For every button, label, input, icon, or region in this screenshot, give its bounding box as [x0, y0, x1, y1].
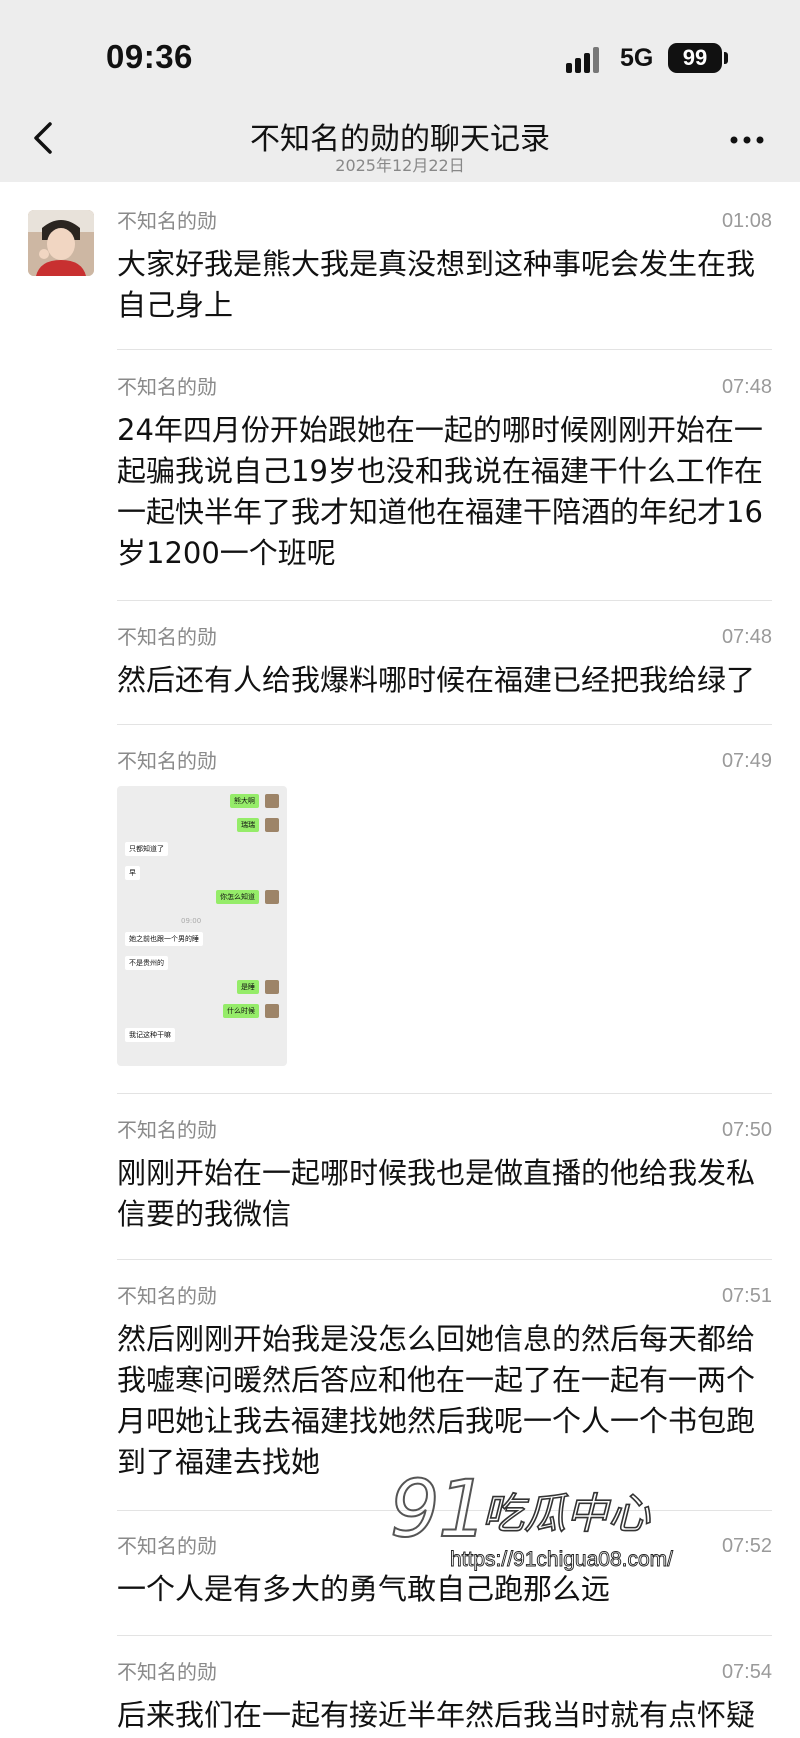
screenshot-avatar: [265, 890, 279, 904]
message-time: 07:51: [721, 1285, 772, 1307]
watermark-url: https://91chigua08.com/: [450, 1548, 673, 1571]
signal-icon: [566, 47, 608, 73]
screenshot-bubble: 熊大啊: [230, 794, 259, 808]
message-text: 刚刚开始在一起哪时候我也是做直播的他给我发私信要的我微信: [117, 1156, 756, 1231]
message-sender: 不知名的勋: [117, 1660, 217, 1684]
screenshot-bubble: 是睡: [237, 980, 259, 994]
message-sender: 不知名的勋: [117, 749, 217, 773]
screenshot-bubble: 09:00: [181, 917, 202, 925]
message-text: 后来我们在一起有接近半年然后我当时就有点怀疑: [117, 1698, 756, 1732]
message-sender: 不知名的勋: [117, 625, 217, 649]
divider: [117, 724, 772, 725]
top-bar: 09:36 5G 99 不知名的勋的聊天记录 2025年12月22日: [0, 0, 800, 182]
message-time: 01:08: [721, 210, 772, 232]
divider: [117, 349, 772, 350]
screenshot-avatar: [265, 818, 279, 832]
watermark-brand: 吃瓜中心: [482, 1489, 651, 1538]
avatar[interactable]: [28, 210, 94, 276]
screenshot-avatar: [265, 980, 279, 994]
screenshot-bubble: 瑞瑞: [237, 818, 259, 832]
screenshot-avatar: [265, 794, 279, 808]
message-text: 然后刚刚开始我是没怎么回她信息的然后每天都给我嘘寒问暖然后答应和他在一起了在一起…: [117, 1322, 756, 1479]
message: 不知名的勋 07:50 刚刚开始在一起哪时候我也是做直播的他给我发私信要的我微信: [117, 1115, 772, 1235]
status-bar: 09:36 5G 99: [0, 0, 800, 110]
divider: [117, 1259, 772, 1260]
message: 不知名的勋 07:48 然后还有人给我爆料哪时候在福建已经把我给绿了: [117, 622, 772, 701]
screenshot-bubble: 早: [125, 866, 140, 880]
battery-tip: [724, 52, 728, 64]
nav-bar: 不知名的勋的聊天记录 2025年12月22日: [0, 104, 800, 182]
message-text: 24年四月份开始跟她在一起的哪时候刚刚开始在一起骗我说自己19岁也没和我说在福建…: [117, 413, 763, 570]
watermark-logo: 9 1 吃瓜中心 https://91chigua08.com/: [389, 1464, 690, 1586]
message-time: 07:48: [721, 626, 772, 648]
svg-text:9: 9: [390, 1466, 440, 1555]
screenshot-bubble: 不是贵州的: [125, 956, 168, 970]
message: 不知名的勋 07:48 24年四月份开始跟她在一起的哪时候刚刚开始在一起骗我说自…: [117, 372, 772, 574]
message: 不知名的勋 07:49: [117, 746, 772, 776]
message-time: 07:50: [721, 1119, 772, 1141]
screenshot-avatar: [265, 1004, 279, 1018]
message-text: 大家好我是熊大我是真没想到这种事呢会发生在我自己身上: [117, 247, 756, 322]
message-text: 然后还有人给我爆料哪时候在福建已经把我给绿了: [117, 663, 756, 697]
screenshot-bubble: 只都知道了: [125, 842, 168, 856]
message-sender: 不知名的勋: [117, 209, 217, 233]
message-sender: 不知名的勋: [117, 1284, 217, 1308]
svg-text:1: 1: [438, 1466, 488, 1555]
divider: [117, 1635, 772, 1636]
message-time: 07:49: [721, 750, 772, 772]
screenshot-bubble: 我记这种干嘛: [125, 1028, 175, 1042]
message-sender: 不知名的勋: [117, 375, 217, 399]
status-time: 09:36: [106, 38, 193, 75]
message-time: 07:52: [721, 1535, 772, 1557]
image-attachment[interactable]: 熊大啊瑞瑞只都知道了早你怎么知道 09:00 她之前也跟一个男的睡 不是贵州的是睡什么…: [117, 786, 287, 1066]
message: 不知名的勋 01:08 大家好我是熊大我是真没想到这种事呢会发生在我自己身上: [117, 206, 772, 326]
network-type: 5G: [620, 44, 654, 72]
screenshot-bubble: 她之前也跟一个男的睡: [125, 932, 203, 946]
more-options-icon[interactable]: [722, 124, 772, 154]
divider: [117, 1093, 772, 1094]
message: 不知名的勋 07:51 然后刚刚开始我是没怎么回她信息的然后每天都给我嘘寒问暖然…: [117, 1281, 772, 1483]
message-sender: 不知名的勋: [117, 1118, 217, 1142]
battery-icon: 99: [668, 43, 722, 73]
message-time: 07:54: [721, 1661, 772, 1683]
message-time: 07:48: [721, 376, 772, 398]
divider: [117, 600, 772, 601]
screenshot-bubble: 什么时候: [223, 1004, 259, 1018]
screenshot-bubble: 你怎么知道: [216, 890, 259, 904]
message: 不知名的勋 07:54 后来我们在一起有接近半年然后我当时就有点怀疑: [117, 1657, 772, 1736]
page-subtitle-date: 2025年12月22日: [335, 156, 465, 175]
